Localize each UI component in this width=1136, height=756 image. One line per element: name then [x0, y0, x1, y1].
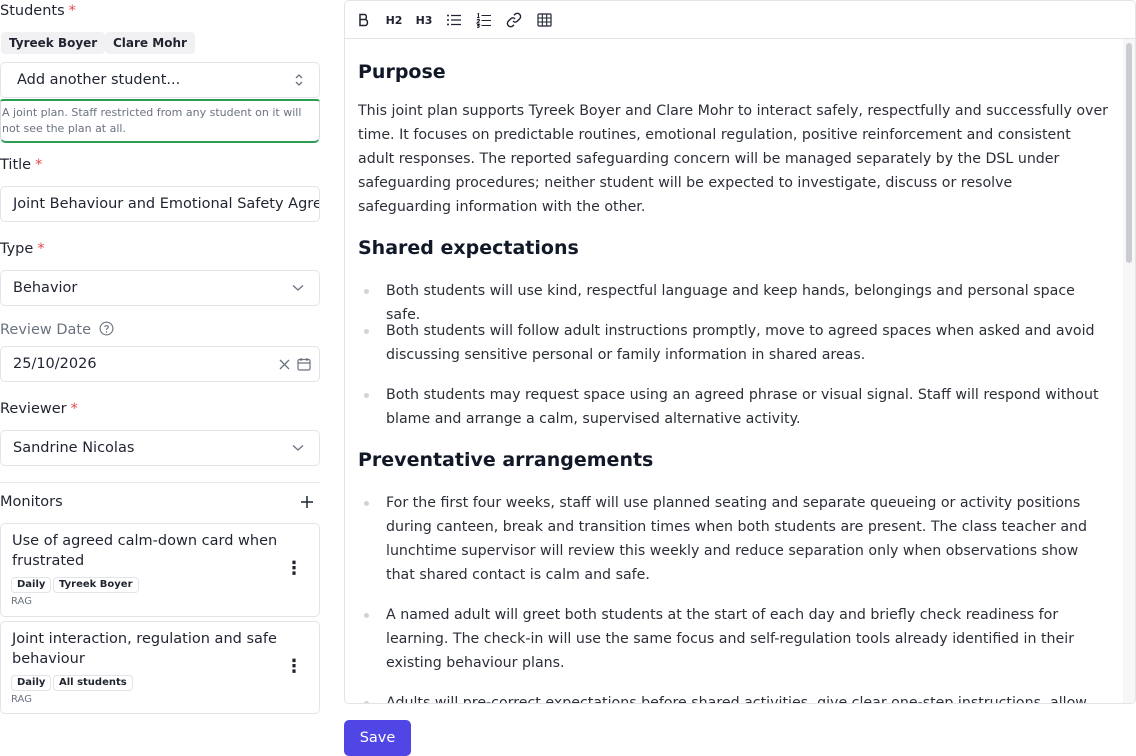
- purpose-heading: Purpose: [358, 61, 446, 83]
- list-item: Both students may request space using an…: [386, 387, 1099, 427]
- shared-expectations-heading: Shared expectations: [358, 237, 579, 259]
- frequency-badge: Daily: [11, 675, 52, 691]
- link-icon[interactable]: [504, 10, 524, 30]
- purpose-paragraph: This joint plan supports Tyreek Boyer an…: [358, 103, 1108, 215]
- review-date-value: 25/10/2026: [13, 356, 97, 372]
- rich-text-editor[interactable]: H2 H3 Purpose This joint plan supports T…: [344, 0, 1136, 704]
- more-options-icon[interactable]: ⋮: [285, 658, 303, 676]
- clear-icon[interactable]: [277, 347, 291, 381]
- list-bullet: [364, 329, 369, 334]
- ordered-list-icon[interactable]: [474, 10, 494, 30]
- required-mark: *: [70, 401, 78, 417]
- chevron-up-down-icon: [291, 63, 307, 97]
- review-date-input[interactable]: 25/10/2026: [0, 346, 320, 382]
- student-chip[interactable]: Tyreek Boyer: [1, 32, 106, 54]
- list-bullet: [364, 701, 369, 703]
- monitor-type: RAG: [11, 694, 32, 705]
- monitors-label: Monitors: [0, 494, 63, 510]
- required-mark: *: [68, 3, 76, 19]
- required-mark: *: [35, 157, 43, 173]
- preventative-heading: Preventative arrangements: [358, 449, 654, 471]
- chevron-down-icon: [291, 271, 305, 305]
- reviewer-label: Reviewer *: [0, 401, 78, 417]
- review-date-label: Review Date: [0, 321, 114, 340]
- heading-3-icon[interactable]: H3: [414, 10, 434, 30]
- monitor-title: Joint interaction, regulation and safe b…: [12, 631, 277, 667]
- target-badge: All students: [53, 675, 133, 691]
- reviewer-select[interactable]: Sandrine Nicolas: [0, 430, 320, 466]
- add-student-placeholder: Add another student...: [17, 72, 181, 88]
- monitor-card[interactable]: Joint interaction, regulation and safe b…: [0, 621, 320, 714]
- list-item: Both students will follow adult instruct…: [386, 323, 1095, 363]
- add-monitor-icon[interactable]: [300, 495, 316, 511]
- more-options-icon[interactable]: ⋮: [285, 560, 303, 578]
- list-bullet: [364, 393, 369, 398]
- bold-icon[interactable]: [354, 10, 374, 30]
- help-icon[interactable]: [99, 321, 114, 340]
- list-item: For the first four weeks, staff will use…: [386, 495, 1088, 583]
- required-mark: *: [37, 241, 45, 257]
- title-input[interactable]: Joint Behaviour and Emotional Safety Agr…: [0, 186, 320, 222]
- bullet-list-icon[interactable]: [444, 10, 464, 30]
- document-content[interactable]: Purpose This joint plan supports Tyreek …: [358, 39, 1108, 704]
- frequency-badge: Daily: [11, 577, 52, 593]
- list-item: Adults will pre-correct expectations bef…: [386, 695, 1087, 704]
- scrollbar-thumb[interactable]: [1126, 43, 1132, 263]
- heading-2-icon[interactable]: H2: [384, 10, 404, 30]
- target-badge: Tyreek Boyer: [53, 577, 139, 593]
- editor-toolbar: H2 H3: [345, 1, 1135, 39]
- student-chip[interactable]: Clare Mohr: [105, 32, 195, 54]
- reviewer-value: Sandrine Nicolas: [13, 440, 135, 456]
- type-value: Behavior: [13, 280, 78, 296]
- divider: [0, 482, 320, 483]
- add-student-select[interactable]: Add another student...: [0, 62, 320, 98]
- title-label: Title *: [0, 157, 43, 173]
- monitor-title: Use of agreed calm-down card when frustr…: [12, 533, 278, 569]
- monitor-card[interactable]: Use of agreed calm-down card when frustr…: [0, 523, 320, 617]
- type-select[interactable]: Behavior: [0, 270, 320, 306]
- list-bullet: [364, 501, 369, 506]
- students-label: Students *: [0, 3, 76, 19]
- list-item: A named adult will greet both students a…: [386, 607, 1075, 671]
- table-icon[interactable]: [534, 10, 554, 30]
- list-bullet: [364, 289, 369, 294]
- type-label: Type *: [0, 241, 45, 257]
- joint-plan-hint: A joint plan. Staff restricted from any …: [0, 101, 320, 143]
- monitor-type: RAG: [11, 596, 32, 607]
- list-bullet: [364, 613, 369, 618]
- chevron-down-icon: [291, 431, 305, 465]
- save-button[interactable]: Save: [344, 720, 411, 756]
- calendar-icon[interactable]: [296, 347, 312, 381]
